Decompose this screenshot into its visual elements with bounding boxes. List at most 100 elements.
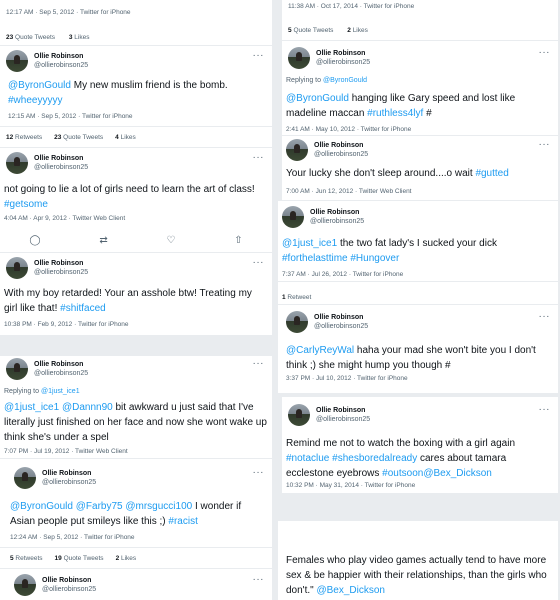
mention-link[interactable]: @CarlyReyWal bbox=[286, 345, 354, 356]
stat-retweet[interactable]: 1 Retweet bbox=[282, 294, 317, 301]
user-handle[interactable]: @ollierobinson25 bbox=[42, 478, 96, 487]
mention-link[interactable]: @Bex_Dickson bbox=[316, 585, 385, 596]
more-icon[interactable]: ··· bbox=[253, 258, 265, 268]
tweet-meta: 7:00 AM · Jun 12, 2012 · Twitter Web Cli… bbox=[286, 188, 412, 195]
tweet-card[interactable]: Females who play video games actually te… bbox=[278, 521, 558, 600]
tweet-meta: 12:24 AM · Sep 5, 2012 · Twitter for iPh… bbox=[10, 534, 135, 541]
more-icon[interactable]: ··· bbox=[253, 153, 265, 163]
avatar[interactable] bbox=[6, 257, 28, 279]
display-name[interactable]: Ollie Robinson bbox=[34, 154, 88, 163]
tweet-card[interactable]: Ollie Robinson @ollierobinson25 ··· @Byr… bbox=[0, 46, 272, 126]
display-name[interactable]: Ollie Robinson bbox=[34, 52, 88, 61]
hashtag-link[interactable]: #racist bbox=[168, 516, 197, 527]
reply-icon[interactable]: ◯ bbox=[29, 235, 40, 247]
more-icon[interactable]: ··· bbox=[253, 51, 265, 61]
mention-link[interactable]: @ByronGould bbox=[8, 80, 71, 91]
more-icon[interactable]: ··· bbox=[539, 140, 551, 150]
stat-quote-tweets[interactable]: 23 Quote Tweets bbox=[54, 134, 109, 141]
tweet-card[interactable]: Ollie Robinson @ollierobinson25 ··· @Byr… bbox=[0, 459, 272, 547]
display-name[interactable]: Ollie Robinson bbox=[316, 406, 370, 415]
hashtag-link[interactable]: #Hungover bbox=[350, 253, 399, 264]
avatar[interactable] bbox=[14, 467, 36, 489]
tweet-card[interactable]: Ollie Robinson @ollierobinson25 ··· Repl… bbox=[0, 356, 272, 458]
stat-likes[interactable]: 2 Likes bbox=[116, 555, 143, 562]
tweet-card[interactable]: Ollie Robinson @ollierobinson25 ··· Remi… bbox=[282, 397, 558, 493]
stat-quote-tweets[interactable]: 5 Quote Tweets bbox=[288, 27, 339, 34]
hashtag-link[interactable]: #shesboredalready bbox=[332, 453, 417, 464]
mention-link[interactable]: @ByronGould bbox=[286, 93, 349, 104]
tweet-card[interactable]: Ollie Robinson @ollierobinson25 @1just_i… bbox=[278, 201, 558, 281]
hashtag-link[interactable]: #wheeyyyyy bbox=[8, 95, 62, 106]
more-icon[interactable]: ··· bbox=[539, 312, 551, 322]
tweet-card[interactable]: Ollie Robinson @ollierobinson25 ··· Repl… bbox=[282, 41, 558, 135]
hashtag-link[interactable]: #ruthless4lyf bbox=[367, 108, 423, 119]
hashtag-link[interactable]: #getsome bbox=[4, 199, 48, 210]
stat-likes[interactable]: 3 Likes bbox=[69, 34, 96, 41]
user-handle[interactable]: @ollierobinson25 bbox=[310, 217, 364, 226]
more-icon[interactable]: ··· bbox=[253, 575, 265, 585]
tweet-card[interactable]: Ollie Robinson @ollierobinson25 ··· bbox=[0, 569, 272, 600]
hashtag-link[interactable]: #gutted bbox=[475, 168, 508, 179]
user-handle[interactable]: @ollierobinson25 bbox=[314, 322, 368, 331]
avatar[interactable] bbox=[282, 206, 304, 228]
avatar[interactable] bbox=[6, 358, 28, 380]
display-name[interactable]: Ollie Robinson bbox=[34, 259, 88, 268]
mention-link[interactable]: @1just_ice1 bbox=[282, 238, 337, 249]
more-icon[interactable]: ··· bbox=[539, 405, 551, 415]
stat-likes[interactable]: 2 Likes bbox=[347, 27, 374, 34]
user-handle[interactable]: @ollierobinson25 bbox=[314, 150, 368, 159]
avatar[interactable] bbox=[286, 311, 308, 333]
like-icon[interactable]: ♡ bbox=[166, 235, 175, 247]
reply-mention-link[interactable]: @1just_ice1 bbox=[41, 388, 80, 395]
user-handle[interactable]: @ollierobinson25 bbox=[42, 585, 96, 594]
hashtag-link[interactable]: #shitfaced bbox=[60, 303, 106, 314]
hashtag-link[interactable]: #outsoon bbox=[382, 468, 423, 479]
more-icon[interactable]: ··· bbox=[253, 359, 265, 369]
mention-link[interactable]: @Dannn90 bbox=[62, 402, 113, 413]
hashtag-link[interactable]: #forthelasttime bbox=[282, 253, 348, 264]
display-name[interactable]: Ollie Robinson bbox=[42, 576, 96, 585]
retweet-icon[interactable]: ⇄ bbox=[99, 235, 107, 247]
avatar[interactable] bbox=[288, 47, 310, 69]
display-name[interactable]: Ollie Robinson bbox=[310, 208, 364, 217]
mention-link[interactable]: @mrsgucci100 bbox=[125, 501, 192, 512]
mention-link[interactable]: @ByronGould bbox=[10, 501, 73, 512]
tweet-text-segment: With my boy retarded! Your an asshole bt… bbox=[4, 288, 252, 314]
share-icon[interactable]: ⇧ bbox=[234, 235, 242, 247]
stat-quote-tweets[interactable]: 19 Quote Tweets bbox=[55, 555, 110, 562]
display-name[interactable]: Ollie Robinson bbox=[314, 313, 368, 322]
tweet-card[interactable]: Ollie Robinson @ollierobinson25 ··· With… bbox=[0, 253, 272, 335]
tweet-card[interactable]: Ollie Robinson @ollierobinson25 ··· Your… bbox=[282, 136, 558, 200]
tweet-meta: 10:38 PM · Feb 9, 2012 · Twitter for iPh… bbox=[4, 321, 129, 328]
tweet-card[interactable]: Ollie Robinson @ollierobinson25 ··· @Car… bbox=[278, 305, 558, 393]
mention-link[interactable]: @Farby75 bbox=[76, 501, 123, 512]
mention-link[interactable]: @1just_ice1 bbox=[4, 402, 59, 413]
user-handle[interactable]: @ollierobinson25 bbox=[34, 163, 88, 172]
hashtag-link[interactable]: #notaclue bbox=[286, 453, 329, 464]
user-handle[interactable]: @ollierobinson25 bbox=[34, 369, 88, 378]
display-name[interactable]: Ollie Robinson bbox=[42, 469, 96, 478]
avatar[interactable] bbox=[6, 50, 28, 72]
avatar[interactable] bbox=[288, 404, 310, 426]
tweet-text: @CarlyReyWal haha your mad she won't bit… bbox=[286, 343, 552, 373]
user-handle[interactable]: @ollierobinson25 bbox=[34, 268, 88, 277]
avatar[interactable] bbox=[6, 152, 28, 174]
stat-retweets[interactable]: 5 Retweets bbox=[10, 555, 49, 562]
display-name[interactable]: Ollie Robinson bbox=[314, 141, 368, 150]
mention-link[interactable]: @Bex_Dickson bbox=[423, 468, 492, 479]
avatar[interactable] bbox=[14, 574, 36, 596]
user-handle[interactable]: @ollierobinson25 bbox=[316, 415, 370, 424]
reply-mention-link[interactable]: @ByronGould bbox=[323, 77, 367, 84]
avatar[interactable] bbox=[286, 139, 308, 161]
tweet-card[interactable]: Ollie Robinson @ollierobinson25 ··· not … bbox=[0, 148, 272, 252]
user-handle[interactable]: @ollierobinson25 bbox=[316, 58, 370, 67]
stat-quote-tweets[interactable]: 23 Quote Tweets bbox=[6, 34, 61, 41]
stat-likes[interactable]: 4 Likes bbox=[115, 134, 142, 141]
more-icon[interactable]: ··· bbox=[539, 48, 551, 58]
user-handle[interactable]: @ollierobinson25 bbox=[34, 61, 88, 70]
display-name[interactable]: Ollie Robinson bbox=[34, 360, 88, 369]
display-name[interactable]: Ollie Robinson bbox=[316, 49, 370, 58]
more-icon[interactable]: ··· bbox=[253, 468, 265, 478]
replying-to: Replying to @1just_ice1 bbox=[4, 388, 80, 395]
stat-retweets[interactable]: 12 Retweets bbox=[6, 134, 48, 141]
